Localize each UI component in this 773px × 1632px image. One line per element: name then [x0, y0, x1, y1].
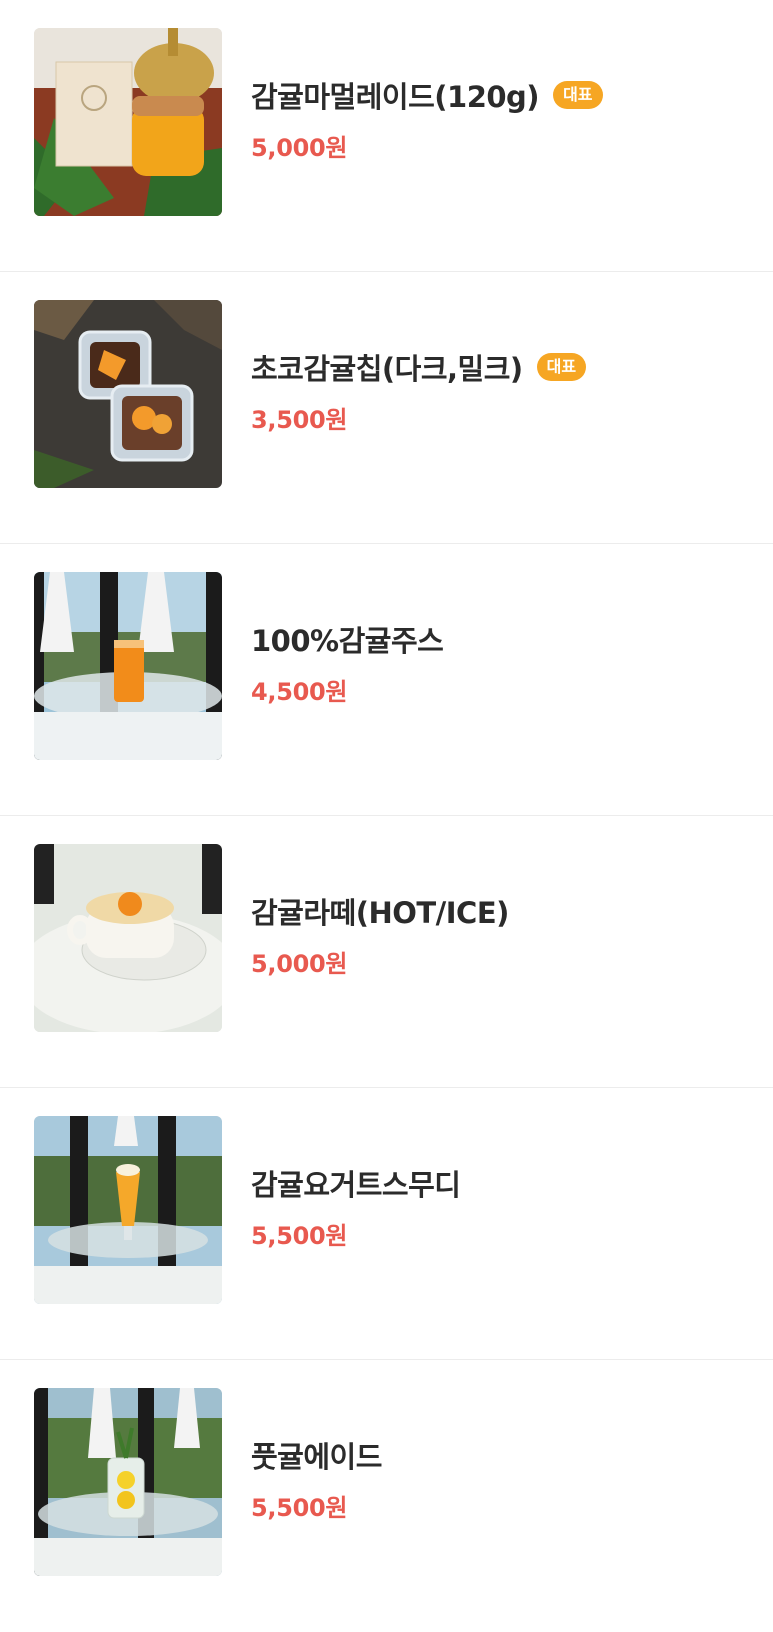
menu-item-price: 5,500원: [251, 1494, 348, 1522]
menu-item[interactable]: 풋귤에이드 5,500원: [0, 1360, 773, 1632]
menu-list: 감귤마멀레이드(120g) 대표 5,000원 초코감귤칩(다크,밀크) 대표 …: [0, 0, 773, 1613]
menu-item-info: 감귤요거트스무디 5,500원: [251, 1162, 751, 1251]
choco-tangerine-chips-photo: [34, 300, 222, 488]
menu-item-name: 감귤요거트스무디: [251, 1168, 461, 1202]
menu-item-name: 감귤라떼(HOT/ICE): [251, 896, 509, 930]
menu-item[interactable]: 감귤요거트스무디 5,500원: [0, 1088, 773, 1360]
name-row: 풋귤에이드: [251, 1434, 751, 1476]
tangerine-juice-image: [34, 572, 222, 760]
tangerine-juice-photo: [34, 572, 222, 760]
tangerine-yogurt-smoothie-photo: [34, 1116, 222, 1304]
menu-item-price: 5,500원: [251, 1222, 348, 1250]
menu-item[interactable]: 초코감귤칩(다크,밀크) 대표 3,500원: [0, 272, 773, 544]
menu-item-name: 초코감귤칩(다크,밀크): [251, 352, 523, 386]
green-tangerine-ade-photo: [34, 1388, 222, 1576]
menu-item[interactable]: 감귤마멀레이드(120g) 대표 5,000원: [0, 0, 773, 272]
name-row: 감귤라떼(HOT/ICE): [251, 890, 751, 932]
marmalade-jar-photo: [34, 28, 222, 216]
yogurt-smoothie-image: [34, 1116, 222, 1304]
name-row: 100%감귤주스: [251, 618, 751, 660]
signature-badge: 대표: [553, 81, 603, 109]
choco-chips-image: [34, 300, 222, 488]
menu-item-info: 감귤마멀레이드(120g) 대표 5,000원: [251, 74, 751, 163]
menu-item-name: 풋귤에이드: [251, 1440, 382, 1474]
name-row: 감귤요거트스무디: [251, 1162, 751, 1204]
menu-item-price: 5,000원: [251, 950, 348, 978]
signature-badge: 대표: [536, 353, 587, 381]
marmalade-jar-image: [34, 28, 222, 216]
menu-item[interactable]: 감귤라떼(HOT/ICE) 5,000원: [0, 816, 773, 1088]
menu-item[interactable]: 100%감귤주스 4,500원: [0, 544, 773, 816]
tangerine-latte-image: [34, 844, 222, 1032]
name-row: 초코감귤칩(다크,밀크) 대표: [251, 346, 751, 388]
menu-item-info: 감귤라떼(HOT/ICE) 5,000원: [251, 890, 751, 979]
green-tangerine-ade-image: [34, 1388, 222, 1576]
menu-item-price: 4,500원: [251, 678, 348, 706]
menu-item-price: 5,000원: [251, 134, 348, 162]
menu-item-name: 100%감귤주스: [251, 624, 444, 658]
menu-item-info: 100%감귤주스 4,500원: [251, 618, 751, 707]
menu-item-info: 풋귤에이드 5,500원: [251, 1434, 751, 1523]
menu-item-name: 감귤마멀레이드(120g): [251, 80, 540, 114]
menu-item-price: 3,500원: [251, 406, 348, 434]
name-row: 감귤마멀레이드(120g) 대표: [251, 74, 751, 116]
tangerine-latte-photo: [34, 844, 222, 1032]
menu-item-info: 초코감귤칩(다크,밀크) 대표 3,500원: [251, 346, 751, 435]
